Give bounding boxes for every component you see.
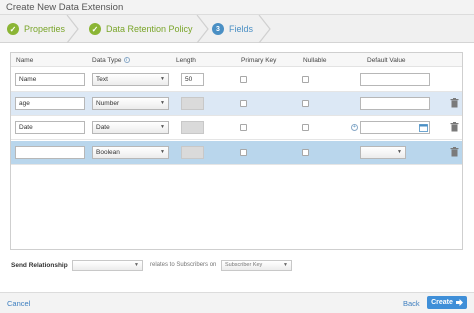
column-header-default-value: Default Value [367,57,406,64]
cancel-link[interactable]: Cancel [7,299,30,308]
field-name-input[interactable] [15,146,85,159]
nullable-checkbox[interactable] [302,149,309,156]
info-icon[interactable]: i [123,57,130,64]
column-header-nullable: Nullable [303,57,327,64]
column-header-data-type: Data Type i [92,57,130,64]
step-fields[interactable]: 3 Fields [212,15,253,43]
dropdown-arrow-icon: ▼ [283,262,288,268]
nullable-checkbox[interactable] [302,124,309,131]
dropdown-arrow-icon: ▼ [160,76,165,82]
field-name-input[interactable]: age [15,97,85,110]
data-type-select[interactable]: Date ▼ [92,121,169,134]
trash-icon[interactable] [450,147,459,157]
relationship-field-select[interactable]: ▼ [72,260,143,271]
step-number-badge: 3 [212,23,224,35]
calendar-icon[interactable] [419,123,428,132]
length-input [181,146,204,159]
send-relationship-label: Send Relationship [11,262,68,269]
trash-icon[interactable] [450,122,459,132]
subscriber-field-select[interactable]: Subscriber Key ▼ [221,260,292,271]
dialog-footer: Cancel Back Create [0,292,474,313]
back-link[interactable]: Back [403,299,420,308]
send-relationship-bar: Send Relationship ▼ relates to Subscribe… [10,258,463,274]
length-input[interactable]: 50 [181,73,204,86]
step-separator [196,15,209,43]
step-data-retention-policy[interactable]: ✓ Data Retention Policy [89,15,193,43]
expand-toggle-icon[interactable]: + [351,124,358,131]
step-separator [66,15,79,43]
default-value-select[interactable]: ▼ [360,146,406,159]
column-header-name: Name [16,57,34,64]
field-name-input[interactable]: Name [15,73,85,86]
data-type-select[interactable]: Text ▼ [92,73,169,86]
table-row: Name Text ▼ 50 [11,68,462,92]
dropdown-arrow-icon: ▼ [134,262,139,268]
table-row: Boolean ▼ ▼ [11,141,462,165]
dropdown-arrow-icon: ▼ [160,149,165,155]
fields-table: Name Data Type i Length Primary Key Nulla… [10,52,463,250]
dropdown-arrow-icon: ▼ [397,149,402,155]
create-button[interactable]: Create [427,296,467,309]
dropdown-arrow-icon: ▼ [160,124,165,130]
table-row: age Number ▼ [11,92,462,116]
trash-icon[interactable] [450,98,459,108]
step-label: Properties [24,24,66,34]
step-separator [258,15,271,43]
dropdown-arrow-icon: ▼ [160,100,165,106]
dialog-title: Create New Data Extension [0,0,474,15]
primary-key-checkbox[interactable] [240,76,247,83]
primary-key-checkbox[interactable] [240,149,247,156]
primary-key-checkbox[interactable] [240,124,247,131]
column-header-primary-key: Primary Key [241,57,277,64]
arrow-right-icon [455,299,463,306]
default-date-input[interactable] [360,121,430,134]
table-header: Name Data Type i Length Primary Key Nulla… [11,53,462,67]
relationship-connector-text: relates to Subscribers on [150,262,217,268]
default-value-input[interactable] [360,97,430,110]
checkmark-icon: ✓ [89,23,101,35]
wizard-steps: ✓ Properties ✓ Data Retention Policy 3 F… [0,15,474,43]
data-type-select[interactable]: Boolean ▼ [92,146,169,159]
step-label: Fields [229,24,254,34]
length-input [181,97,204,110]
length-input [181,121,204,134]
nullable-checkbox[interactable] [302,76,309,83]
step-properties[interactable]: ✓ Properties [7,15,65,43]
data-type-select[interactable]: Number ▼ [92,97,169,110]
table-row: Date Date ▼ + [11,116,462,140]
field-name-input[interactable]: Date [15,121,85,134]
checkmark-icon: ✓ [7,23,19,35]
nullable-checkbox[interactable] [302,100,309,107]
default-value-input[interactable] [360,73,430,86]
step-label: Data Retention Policy [106,24,193,34]
primary-key-checkbox[interactable] [240,100,247,107]
column-header-length: Length [176,57,196,64]
